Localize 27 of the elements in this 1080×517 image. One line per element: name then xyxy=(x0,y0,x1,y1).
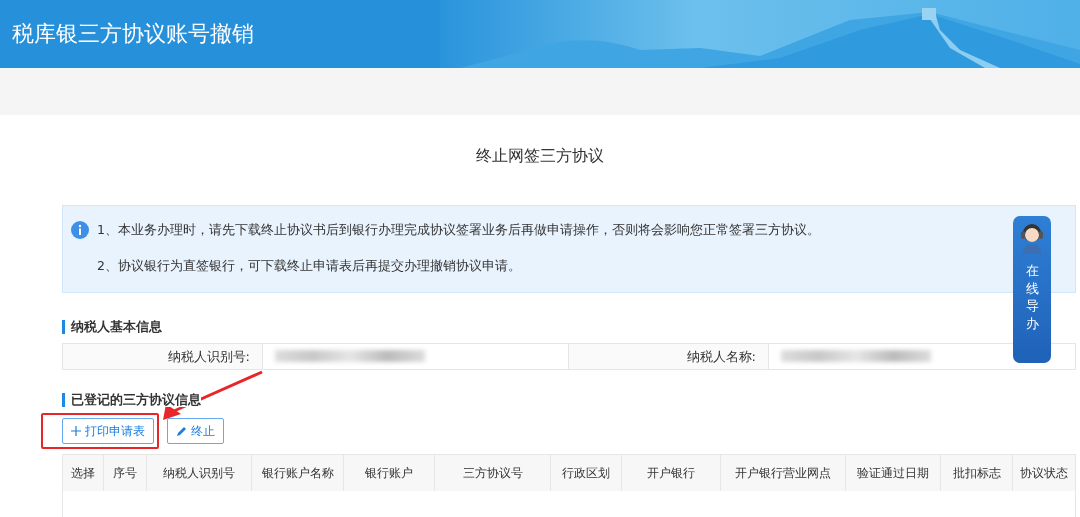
notice-text: 2、协议银行为直签银行，可下载终止申请表后再提交办理撤销协议申请。 xyxy=(97,258,521,274)
pencil-icon xyxy=(176,425,187,437)
info-icon xyxy=(71,221,89,239)
column-header: 开户银行营业网点 xyxy=(720,454,846,491)
column-header: 开户银行 xyxy=(621,454,721,491)
online-guide-button[interactable]: 在线导办 xyxy=(1013,216,1051,363)
column-header: 选择 xyxy=(62,454,104,491)
page-title: 终止网签三方协议 xyxy=(476,146,604,165)
guide-label: 在线导办 xyxy=(1025,262,1039,332)
column-header: 行政区划 xyxy=(550,454,622,491)
column-header: 纳税人识别号 xyxy=(146,454,252,491)
action-button[interactable]: 打印申请表 xyxy=(62,418,154,444)
plus-icon xyxy=(71,426,81,436)
column-header: 银行账户名称 xyxy=(251,454,344,491)
column-header: 三方协议号 xyxy=(434,454,551,491)
section-heading: 已登记的三方协议信息 xyxy=(62,392,201,407)
column-header: 银行账户 xyxy=(343,454,435,491)
field-label: 纳税人识别号: xyxy=(63,343,263,369)
column-header: 序号 xyxy=(103,454,147,491)
notice-text: 1、本业务办理时，请先下载终止协议书后到银行办理完成协议签署业务后再做申请操作，否则将会影响您正常签署三方协议。 xyxy=(97,222,820,238)
column-header: 协议状态 xyxy=(1012,454,1076,491)
column-header: 验证通过日期 xyxy=(845,454,941,491)
field-label: 纳税人名称: xyxy=(569,343,769,369)
page-header-title: 税库银三方协议账号撤销 xyxy=(11,20,254,48)
column-header: 批扣标志 xyxy=(940,454,1013,491)
section-heading: 纳税人基本信息 xyxy=(62,320,162,334)
action-button[interactable]: 终止 xyxy=(167,418,224,444)
